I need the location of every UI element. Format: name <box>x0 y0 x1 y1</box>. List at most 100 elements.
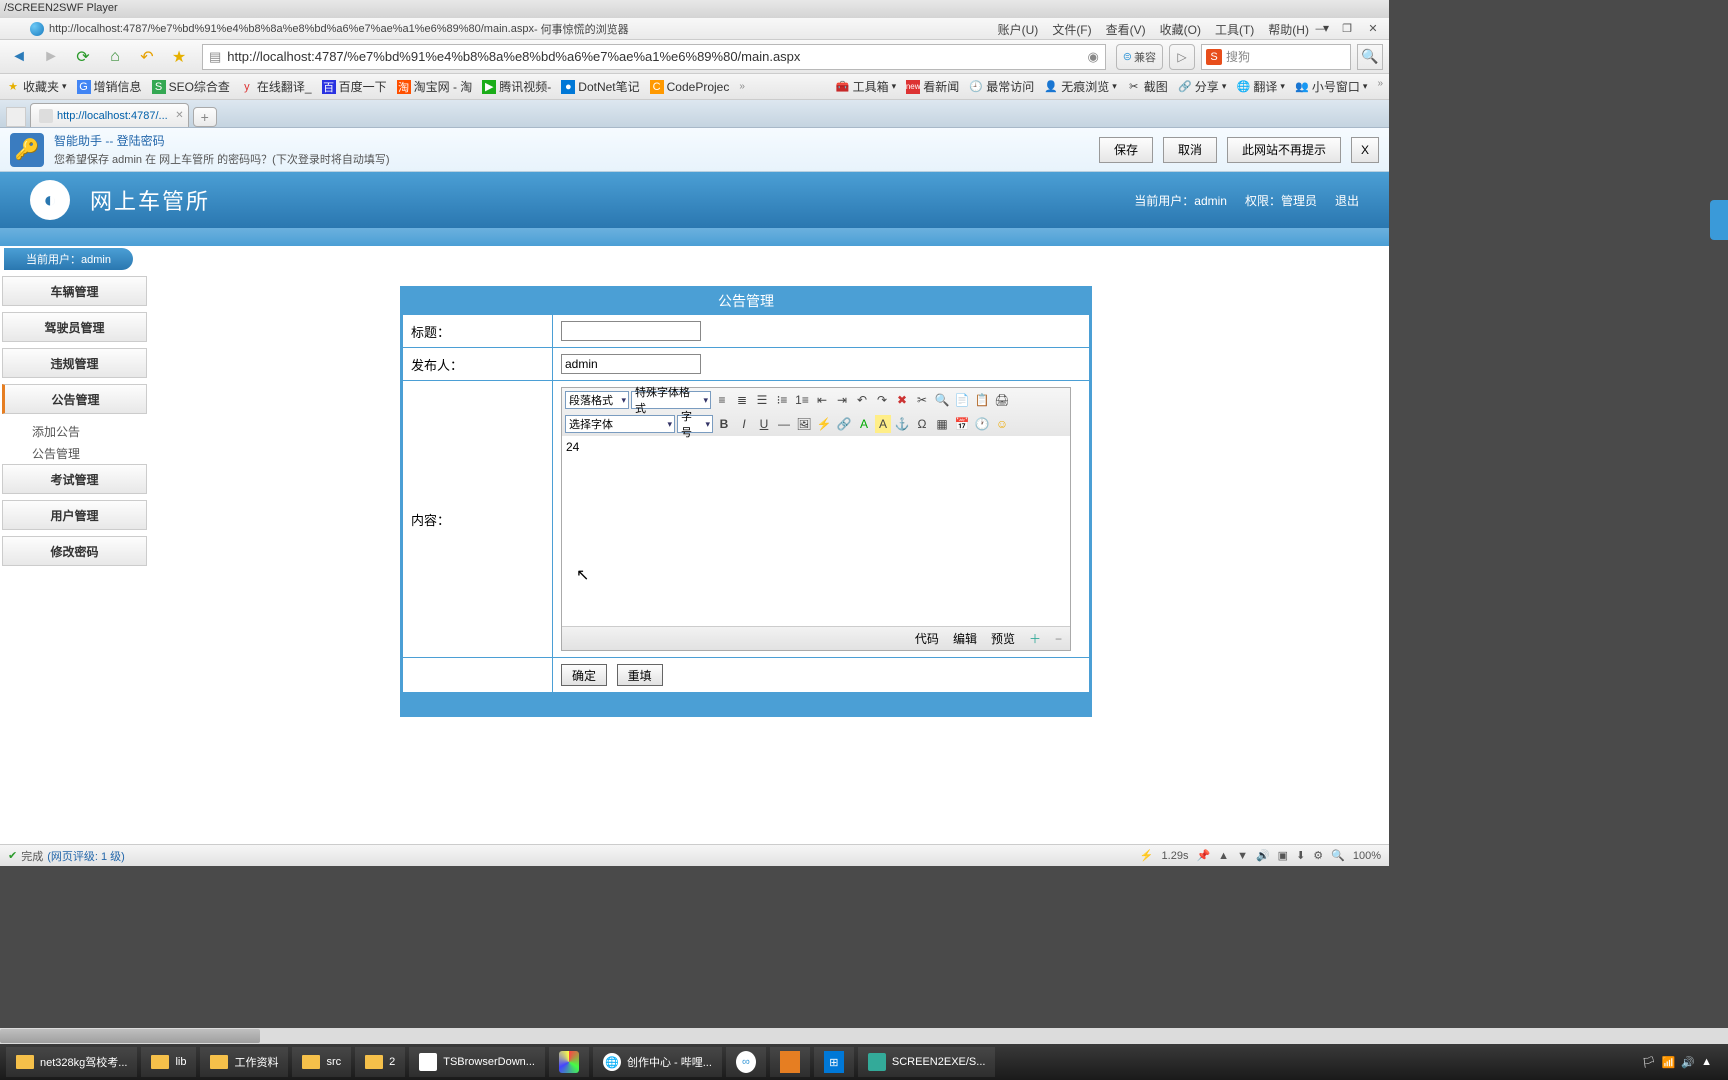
bm-6[interactable]: ▶腾讯视频- <box>482 78 551 95</box>
status-down-icon[interactable]: ▼ <box>1237 850 1248 862</box>
link-icon[interactable]: 🔗 <box>835 415 853 433</box>
align-center-icon[interactable]: ≣ <box>733 391 751 409</box>
sidebar-sub-add-announcement[interactable]: 添加公告 <box>2 420 147 442</box>
cut-icon[interactable]: ✂ <box>913 391 931 409</box>
tab-close-icon[interactable]: ✕ <box>175 110 183 121</box>
editor-format-select[interactable]: 段落格式 <box>565 391 629 409</box>
status-download-icon[interactable]: ⬇ <box>1296 849 1305 862</box>
task-app2[interactable]: ∞ <box>726 1047 766 1077</box>
editor-font-style-select[interactable]: 特殊字体格式 <box>631 391 711 409</box>
task-4[interactable]: src <box>292 1047 351 1077</box>
bmr-share[interactable]: 🔗分享▾ <box>1178 78 1227 95</box>
close-button[interactable]: ✕ <box>1361 21 1385 37</box>
go-button[interactable]: ▷ <box>1169 44 1195 70</box>
bm-3[interactable]: y在线翻译_ <box>240 78 312 95</box>
logout-link[interactable]: 退出 <box>1335 192 1359 209</box>
underline-icon[interactable]: U <box>755 415 773 433</box>
tray-sound-icon[interactable]: 🔊 <box>1681 1056 1695 1069</box>
bold-icon[interactable]: B <box>715 415 733 433</box>
maximize-button[interactable]: ❐ <box>1335 21 1359 37</box>
compat-button[interactable]: ⊜兼容 <box>1116 44 1163 70</box>
side-dock[interactable] <box>1710 200 1728 240</box>
tab-main[interactable]: http://localhost:4787/... ✕ <box>30 103 189 127</box>
sidebar-item-exams[interactable]: 考试管理 <box>2 464 147 494</box>
sidebar-item-users[interactable]: 用户管理 <box>2 500 147 530</box>
bm-8[interactable]: CCodeProjec <box>650 80 730 94</box>
task-5[interactable]: 2 <box>355 1047 405 1077</box>
task-2[interactable]: lib <box>141 1047 196 1077</box>
status-sound-icon[interactable]: 🔊 <box>1256 849 1270 862</box>
tray-flag-icon[interactable]: 🏳 <box>1642 1056 1656 1069</box>
minimize-button[interactable]: — <box>1309 21 1333 37</box>
list-ul-icon[interactable]: ⁝≡ <box>773 391 791 409</box>
status-up-icon[interactable]: ▲ <box>1218 850 1229 862</box>
search-button[interactable]: 🔍 <box>1357 44 1383 70</box>
undo-icon[interactable]: ↶ <box>853 391 871 409</box>
bmr-visited[interactable]: 🕘最常访问 <box>969 78 1034 95</box>
bmr-alt[interactable]: 👥小号窗口▾ <box>1295 78 1368 95</box>
task-app3[interactable] <box>770 1047 810 1077</box>
submit-button[interactable]: 确定 <box>561 664 607 686</box>
flash-icon[interactable]: ⚡ <box>815 415 833 433</box>
bm-4[interactable]: 百百度一下 <box>322 78 387 95</box>
paste-icon[interactable]: 📋 <box>973 391 991 409</box>
menu-help[interactable]: 帮助(H) <box>1268 21 1309 38</box>
task-7[interactable]: 🌐创作中心 - 哔哩... <box>593 1047 722 1077</box>
editor-tab-edit[interactable]: 编辑 <box>953 630 977 647</box>
outdent-icon[interactable]: ⇤ <box>813 391 831 409</box>
undo-button[interactable]: ↶ <box>134 44 160 70</box>
indent-icon[interactable]: ⇥ <box>833 391 851 409</box>
back-button[interactable]: ◄ <box>6 44 32 70</box>
align-right-icon[interactable]: ☰ <box>753 391 771 409</box>
hr-icon[interactable]: — <box>775 415 793 433</box>
delete-icon[interactable]: ✖ <box>893 391 911 409</box>
italic-icon[interactable]: I <box>735 415 753 433</box>
bg-color-icon[interactable]: A <box>875 415 891 433</box>
bmr-translate[interactable]: 🌐翻译▾ <box>1236 78 1285 95</box>
reset-button[interactable]: 重填 <box>617 664 663 686</box>
task-8[interactable]: SCREEN2EXE/S... <box>858 1047 996 1077</box>
find-icon[interactable]: 🔍 <box>933 391 951 409</box>
pw-cancel-button[interactable]: 取消 <box>1163 137 1217 163</box>
image-icon[interactable]: 🖼 <box>795 415 813 433</box>
refresh-button[interactable]: ⟳ <box>70 44 96 70</box>
system-tray[interactable]: 🏳 📶 🔊 ▲ <box>1642 1056 1722 1069</box>
menu-file[interactable]: 文件(F) <box>1052 21 1091 38</box>
editor-tab-code[interactable]: 代码 <box>915 630 939 647</box>
status-pin-icon[interactable]: 📌 <box>1196 849 1210 862</box>
tray-network-icon[interactable]: 📶 <box>1662 1056 1676 1069</box>
horizontal-scrollbar[interactable] <box>0 1028 1728 1044</box>
sidebar-item-announcements[interactable]: 公告管理 <box>2 384 147 414</box>
status-gear-icon[interactable]: ⚙ <box>1313 849 1323 862</box>
menu-view[interactable]: 查看(V) <box>1106 21 1146 38</box>
new-tab-button[interactable]: + <box>193 107 217 127</box>
bmr-toolbox[interactable]: 🧰工具箱▾ <box>836 78 897 95</box>
bmr-incognito[interactable]: 👤无痕浏览▾ <box>1044 78 1117 95</box>
favorite-button[interactable]: ★ <box>166 44 192 70</box>
align-left-icon[interactable]: ≡ <box>713 391 731 409</box>
menu-account[interactable]: 账户(U) <box>998 21 1039 38</box>
bm-1[interactable]: G增销信息 <box>77 78 142 95</box>
editor-size-select[interactable]: 字号 <box>677 415 713 433</box>
redo-icon[interactable]: ↷ <box>873 391 891 409</box>
sidebar-item-violations[interactable]: 违规管理 <box>2 348 147 378</box>
time-icon[interactable]: 🕐 <box>973 415 991 433</box>
copy-icon[interactable]: 📄 <box>953 391 971 409</box>
publisher-input[interactable] <box>561 354 701 374</box>
tray-up-icon[interactable]: ▲ <box>1701 1056 1712 1068</box>
editor-font-select[interactable]: 选择字体 <box>565 415 675 433</box>
home-button[interactable]: ⌂ <box>102 44 128 70</box>
bm-2[interactable]: SSEO综合查 <box>152 78 230 95</box>
favorites-folder[interactable]: ★收藏夹▾ <box>6 78 67 95</box>
sidebar-sub-manage-announcement[interactable]: 公告管理 <box>2 442 147 464</box>
editor-expand-icon[interactable]: ＋ <box>1029 630 1041 647</box>
sidebar-item-vehicles[interactable]: 车辆管理 <box>2 276 147 306</box>
rss-icon[interactable]: ◉ <box>1087 49 1098 65</box>
task-app1[interactable] <box>549 1047 589 1077</box>
sidebar-item-drivers[interactable]: 驾驶员管理 <box>2 312 147 342</box>
emoji-icon[interactable]: ☺ <box>993 415 1011 433</box>
status-popup-icon[interactable]: ▣ <box>1278 849 1288 862</box>
sidebar-toggle-icon[interactable] <box>6 107 26 127</box>
search-box[interactable]: S 搜狗 <box>1201 44 1351 70</box>
editor-tab-preview[interactable]: 预览 <box>991 630 1015 647</box>
